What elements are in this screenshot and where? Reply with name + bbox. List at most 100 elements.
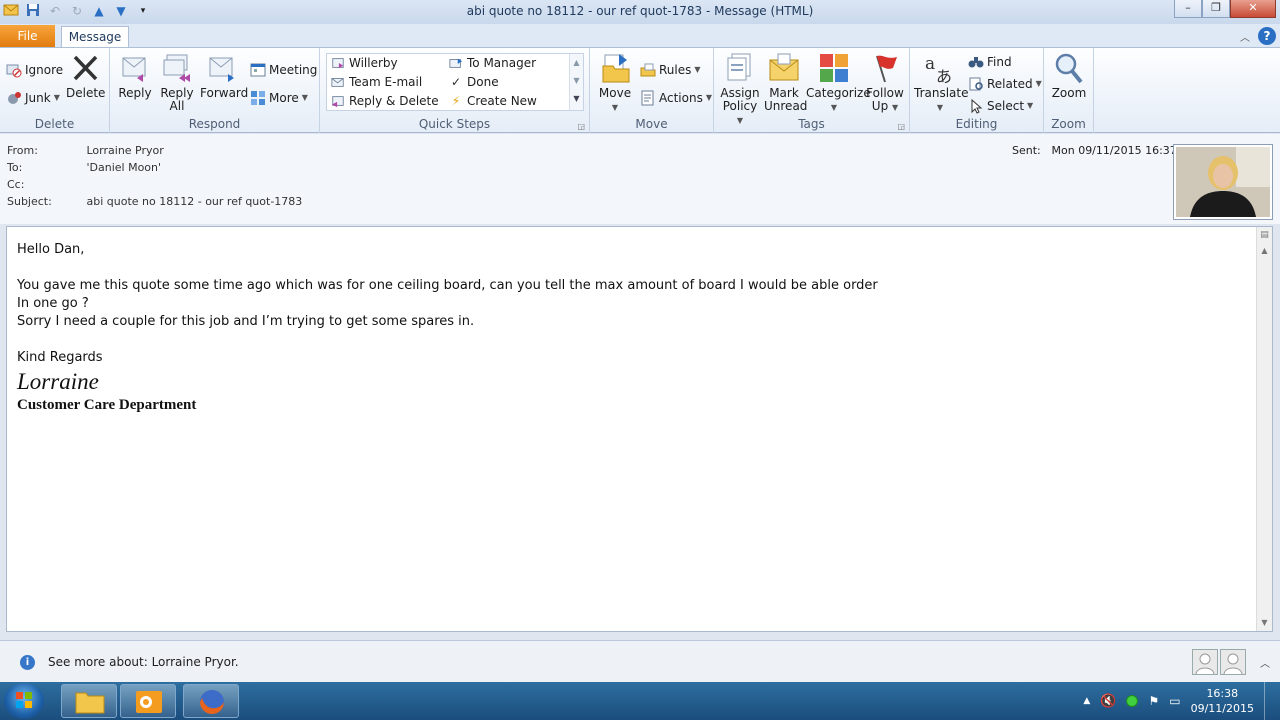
close-button[interactable]: ✕ (1230, 0, 1276, 18)
related-icon (969, 77, 983, 91)
reply-button[interactable]: Reply (116, 52, 154, 100)
reply-all-label-line1: Reply (160, 86, 194, 100)
from-value[interactable]: Lorraine Pryor (87, 144, 164, 157)
delete-button[interactable]: Delete (66, 52, 106, 100)
scroll-up-icon[interactable]: ▲ (570, 54, 583, 72)
reply-all-button[interactable]: Reply All (158, 52, 196, 113)
volume-muted-icon[interactable]: 🔇 (1100, 694, 1116, 709)
gallery-expand-icon[interactable]: ▼ (570, 90, 583, 108)
taskbar-outlook[interactable] (120, 684, 176, 718)
zoom-group: Zoom Zoom (1044, 48, 1094, 133)
show-hidden-icons[interactable]: ▲ (1083, 696, 1090, 706)
rules-button[interactable]: Rules ▼ (640, 60, 701, 80)
categorize-dropdown-icon: ▼ (830, 103, 838, 112)
move-dropdown-icon: ▼ (611, 103, 619, 112)
collapse-ribbon-icon[interactable]: ︿ (1240, 29, 1250, 44)
select-button[interactable]: Select ▼ (968, 96, 1033, 116)
tab-file[interactable]: File (0, 25, 55, 48)
quick-step-create-new[interactable]: ⚡ Create New (449, 92, 537, 110)
assign-policy-button[interactable]: Assign Policy ▼ (718, 52, 762, 127)
sent-value: Mon 09/11/2015 16:37 (1051, 144, 1177, 157)
show-desktop-button[interactable] (1264, 682, 1272, 720)
quick-step-label: Create New (467, 94, 537, 108)
clock-time: 16:38 (1206, 687, 1239, 700)
select-dropdown-icon: ▼ (1027, 101, 1034, 110)
maximize-button[interactable]: ❐ (1202, 0, 1230, 18)
quick-steps-launcher-icon[interactable]: ◲ (577, 122, 585, 131)
body-scrollbar[interactable]: ▤ ▲ ▼ (1256, 227, 1272, 631)
mark-unread-button[interactable]: Mark Unread (764, 52, 807, 113)
reply-delete-icon (331, 96, 344, 108)
reply-all-label-line2: All (169, 99, 185, 113)
contact-avatar[interactable] (1192, 649, 1218, 675)
taskbar-firefox[interactable] (183, 684, 239, 718)
translate-button[interactable]: aあ Translate ▼ (914, 52, 969, 114)
tags-launcher-icon[interactable]: ◲ (897, 122, 905, 131)
action-center-flag-icon[interactable]: ⚑ (1148, 694, 1159, 708)
quick-step-label: Willerby (349, 56, 398, 70)
move-button[interactable]: Move ▼ (596, 52, 634, 114)
subject-value: abi quote no 18112 - our ref quot-1783 (86, 195, 303, 208)
forward-icon (209, 57, 234, 82)
rules-dropdown-icon: ▼ (694, 65, 701, 74)
start-button[interactable] (4, 683, 44, 719)
cc-row: Cc: (7, 177, 83, 193)
split-icon[interactable]: ▤ (1257, 227, 1272, 243)
actions-button[interactable]: Actions ▼ (640, 88, 712, 108)
ignore-button[interactable]: Ignore (6, 60, 63, 80)
find-button[interactable]: Find (968, 52, 1012, 72)
scroll-up-icon[interactable]: ▲ (1257, 243, 1272, 259)
sender-photo[interactable] (1173, 144, 1273, 220)
quick-step-team-email[interactable]: Team E-mail (331, 73, 422, 91)
quick-step-to-manager[interactable]: To Manager (449, 54, 536, 72)
window-title: abi quote no 18112 - our ref quot-1783 -… (466, 4, 814, 18)
outlook-icon (136, 691, 162, 713)
minimize-button[interactable]: – (1174, 0, 1202, 18)
more-respond-button[interactable]: More ▼ (250, 88, 308, 108)
to-value[interactable]: 'Daniel Moon' (87, 161, 162, 174)
junk-button[interactable]: Junk ▼ (6, 88, 60, 108)
categorize-button[interactable]: Categorize ▼ (806, 52, 871, 114)
find-label: Find (987, 55, 1012, 69)
help-icon[interactable]: ? (1258, 27, 1276, 45)
follow-up-button[interactable]: Follow Up ▼ (864, 52, 906, 114)
quick-step-done[interactable]: ✓ Done (449, 73, 499, 91)
network-icon[interactable]: ▭ (1169, 694, 1180, 708)
taskbar-explorer[interactable] (61, 684, 117, 718)
editing-group: aあ Translate ▼ Find Related ▼ Select ▼ E… (910, 48, 1044, 133)
quick-step-reply-delete[interactable]: Reply & Delete (331, 92, 439, 110)
scroll-down-icon[interactable]: ▼ (1257, 615, 1272, 631)
actions-icon (641, 90, 654, 106)
ribbon: Ignore Junk ▼ Delete Delete Reply Reply … (0, 47, 1280, 133)
meeting-button[interactable]: Meeting (250, 60, 317, 80)
quick-step-label: Team E-mail (349, 75, 423, 89)
reply-label: Reply (118, 86, 152, 100)
quick-steps-scroll[interactable]: ▲ ▼ ▼ (569, 54, 583, 110)
respond-group: Reply Reply All Forward Meeting More ▼ R… (110, 48, 320, 133)
contact-avatar[interactable] (1220, 649, 1246, 675)
checkmark-icon: ✓ (450, 75, 462, 89)
delete-label: Delete (66, 86, 106, 100)
magnifier-icon (1055, 53, 1083, 84)
move-folder-icon (602, 54, 630, 83)
zoom-group-label: Zoom (1051, 117, 1086, 131)
junk-dropdown-icon: ▼ (53, 93, 60, 102)
status-green-icon[interactable] (1126, 695, 1139, 707)
rules-icon (640, 63, 656, 77)
actions-dropdown-icon: ▼ (705, 93, 712, 102)
expand-people-pane-icon[interactable]: ︿ (1260, 655, 1270, 670)
greeting-line: Hello Dan, (17, 242, 85, 257)
tab-message[interactable]: Message (61, 26, 129, 48)
scroll-down-icon[interactable]: ▼ (570, 72, 583, 90)
taskbar-clock[interactable]: 16:38 09/11/2015 (1191, 686, 1254, 716)
related-button[interactable]: Related ▼ (968, 74, 1042, 94)
translate-dropdown-icon: ▼ (936, 103, 944, 112)
body-line-3: Sorry I need a couple for this job and I… (17, 314, 475, 329)
follow-up-line1: Follow (866, 86, 904, 100)
see-more-link[interactable]: See more about: Lorraine Pryor. (48, 655, 239, 669)
message-body[interactable]: Hello Dan, You gave me this quote some t… (6, 226, 1273, 632)
forward-button[interactable]: Forward (200, 52, 248, 100)
zoom-button[interactable]: Zoom (1048, 52, 1090, 100)
categorize-label: Categorize (806, 86, 871, 100)
quick-step-willerby[interactable]: Willerby (331, 54, 398, 72)
